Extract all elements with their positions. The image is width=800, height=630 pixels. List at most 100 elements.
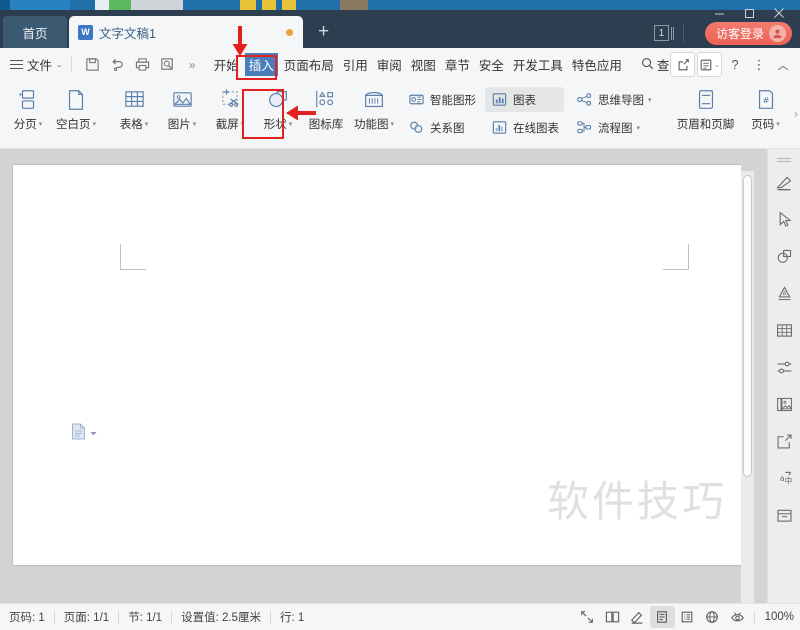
sidebar-drag-handle[interactable]: [777, 155, 791, 164]
scrollbar-top-cap: [741, 149, 754, 171]
undo-icon[interactable]: [105, 52, 130, 77]
ribbon-label: 图片 ▾: [167, 119, 197, 131]
save-icon[interactable]: [80, 52, 105, 77]
ribbon-label: 智能图形: [430, 94, 476, 107]
outline-view-icon[interactable]: [675, 606, 700, 628]
ribbon-button-flowchart[interactable]: 流程图 ▾: [570, 115, 657, 140]
page-view-icon[interactable]: [649, 606, 675, 628]
ribbon-label: 页码 ▾: [751, 119, 780, 131]
screenshot-icon: [219, 86, 242, 113]
zoom-level-label[interactable]: 100%: [765, 611, 794, 623]
ribbon-tab-list: 开始 插入 页面布局 引用 审阅 视图 章节 安全 开发工具 特色应用: [211, 53, 625, 76]
minimize-button[interactable]: [704, 3, 734, 23]
tab-security[interactable]: 安全: [476, 53, 507, 76]
share-export-icon[interactable]: [768, 423, 800, 460]
home-tab-label: 首页: [22, 26, 48, 41]
ribbon-group-charts: 图表 在线图表: [485, 81, 564, 141]
picture-icon: [171, 86, 194, 113]
hamburger-icon: [10, 59, 23, 70]
status-divider-5: [753, 610, 755, 624]
ribbon-label: 形状 ▾: [263, 119, 293, 131]
new-tab-button[interactable]: +: [318, 22, 329, 41]
print-preview-icon[interactable]: [155, 52, 180, 77]
ribbon-button-shapes[interactable]: 形状 ▾: [254, 81, 302, 141]
ribbon-button-relationship-diagram[interactable]: 关系图: [402, 115, 481, 140]
status-line: 行: 1: [279, 612, 305, 624]
chevron-down-icon[interactable]: [89, 425, 98, 443]
chevron-down-icon: ▾: [636, 124, 641, 132]
unsaved-indicator-dot: [286, 29, 293, 36]
tab-featured-apps[interactable]: 特色应用: [569, 53, 625, 76]
share-icon[interactable]: [670, 52, 695, 77]
maximize-button[interactable]: [734, 3, 764, 23]
search-icon: [641, 57, 654, 73]
ribbon-scroll-right-icon[interactable]: ›: [794, 107, 798, 121]
eye-protect-icon[interactable]: [725, 606, 750, 628]
right-sidebar: A a 中: [767, 149, 800, 603]
cursor-select-icon[interactable]: [768, 201, 800, 238]
text-art-icon[interactable]: A: [768, 275, 800, 312]
tab-sections[interactable]: 章节: [442, 53, 473, 76]
tab-count-badge[interactable]: 1: [654, 25, 674, 41]
ribbon-button-icon-library[interactable]: 图标库: [302, 81, 350, 141]
ribbon-button-page-break[interactable]: 分页 ▾: [4, 81, 52, 141]
ribbon-button-chart[interactable]: 图表: [485, 87, 564, 112]
tab-references[interactable]: 引用: [340, 53, 371, 76]
scrollbar-thumb[interactable]: [743, 175, 752, 477]
fullscreen-icon[interactable]: [575, 606, 600, 628]
translate-icon[interactable]: a 中: [768, 460, 800, 497]
ribbon-button-function-chart[interactable]: 功能图 ▾: [350, 81, 398, 141]
tab-page-layout[interactable]: 页面布局: [281, 53, 337, 76]
guest-login-label: 访客登录: [715, 27, 764, 41]
table-panel-icon[interactable]: [768, 312, 800, 349]
ribbon-button-smartart[interactable]: 智能图形: [402, 87, 481, 112]
tab-developer-tools[interactable]: 开发工具: [510, 53, 566, 76]
pen-edit-icon[interactable]: [625, 606, 650, 628]
ribbon-button-page-number[interactable]: # 页码 ▾: [742, 81, 790, 141]
ribbon-button-picture[interactable]: 图片 ▾: [158, 81, 206, 141]
title-bar: 首页 W 文字文稿1 + 1 访客登录: [0, 8, 800, 48]
ribbon-group-pages: 分页 ▾ 空白页 ▾: [4, 81, 100, 149]
close-button[interactable]: [764, 3, 794, 23]
adjust-settings-icon[interactable]: [768, 349, 800, 386]
document-page[interactable]: 软件技巧: [13, 165, 741, 565]
tab-insert[interactable]: 插入: [244, 53, 278, 76]
collapse-ribbon-icon[interactable]: ︿: [772, 52, 794, 77]
ribbon-label: 思维导图: [598, 94, 644, 107]
collaborate-icon[interactable]: ⌄: [697, 52, 722, 77]
image-gallery-icon[interactable]: [768, 386, 800, 423]
ribbon-button-mindmap[interactable]: 思维导图 ▾: [570, 87, 657, 112]
mindmap-icon: [575, 90, 594, 109]
tab-view[interactable]: 视图: [408, 53, 439, 76]
vertical-scrollbar[interactable]: ▲: [741, 149, 754, 603]
status-page-number: 页码: 1: [9, 612, 45, 624]
ribbon-button-online-chart[interactable]: 在线图表: [485, 115, 564, 140]
home-tab[interactable]: 首页: [3, 16, 67, 48]
ribbon-group-illustrations: 表格 ▾ 图片 ▾ 截屏 ▾ 形状 ▾ 图标库 功能图 ▾: [110, 81, 398, 149]
book-view-icon[interactable]: [600, 606, 625, 628]
guest-login-button[interactable]: 访客登录: [704, 22, 792, 45]
ribbon-button-blank-page[interactable]: 空白页 ▾: [52, 81, 100, 141]
paste-options-button[interactable]: [71, 423, 98, 445]
file-menu-label: 文件: [27, 59, 53, 73]
pen-icon[interactable]: [768, 164, 800, 201]
more-vertical-icon[interactable]: ⋮: [748, 52, 770, 77]
ribbon-button-table[interactable]: 表格 ▾: [110, 81, 158, 141]
ribbon-label: 关系图: [430, 122, 465, 135]
menubar-divider-1: [70, 56, 72, 73]
help-icon[interactable]: ?: [724, 52, 746, 77]
shapes-panel-icon[interactable]: [768, 238, 800, 275]
titlebar-divider: [683, 23, 684, 43]
file-menu-button[interactable]: 文件 ⌄: [10, 55, 64, 74]
document-tab[interactable]: W 文字文稿1: [69, 16, 303, 48]
status-bar: 页码: 1 页面: 1/1 节: 1/1 设置值: 2.5厘米 行: 1 100…: [0, 603, 800, 630]
print-icon[interactable]: [130, 52, 155, 77]
ribbon-button-screenshot[interactable]: 截屏 ▾: [206, 81, 254, 141]
tab-review[interactable]: 审阅: [374, 53, 405, 76]
archive-box-icon[interactable]: [768, 497, 800, 534]
web-view-icon[interactable]: [700, 606, 725, 628]
ribbon-button-header-footer[interactable]: 页眉和页脚: [670, 81, 742, 141]
more-chevrons-icon[interactable]: »: [180, 52, 205, 77]
writer-app-icon: W: [78, 24, 93, 40]
tab-start[interactable]: 开始: [211, 53, 242, 76]
